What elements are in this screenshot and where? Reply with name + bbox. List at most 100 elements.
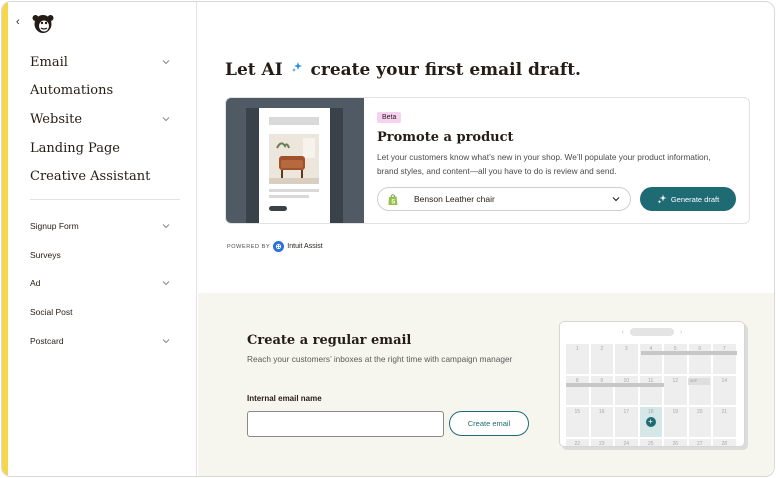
- calendar-day: 17: [615, 407, 638, 437]
- svg-text:S: S: [391, 200, 395, 206]
- sidebar-item-label: Creative Assistant: [30, 169, 151, 185]
- regular-email-title: Create a regular email: [247, 333, 412, 348]
- sidebar-item-label: Ad: [30, 278, 41, 289]
- calendar-day: 5: [664, 344, 687, 374]
- regular-email-description: Reach your customers’ inboxes at the rig…: [247, 354, 513, 364]
- collapse-sidebar-button[interactable]: ‹: [16, 16, 20, 28]
- secondary-nav: Signup Form Surveys Ad Social Post Postcard: [8, 212, 196, 355]
- chevron-down-icon[interactable]: [162, 115, 170, 123]
- chevron-down-icon[interactable]: [162, 337, 170, 345]
- calendar-day: 28: [713, 438, 736, 446]
- calendar-day: 8: [566, 375, 589, 405]
- calendar-day: 22: [566, 438, 589, 447]
- calendar-day-number: 3: [624, 346, 628, 352]
- email-name-input[interactable]: [247, 411, 444, 437]
- calendar-day-number: 1: [575, 346, 579, 352]
- sidebar-item-website[interactable]: Website: [8, 105, 196, 134]
- sidebar-item-label: Signup Form: [30, 221, 79, 232]
- create-email-button[interactable]: Create email: [449, 411, 529, 436]
- card-description: Let your customers know what’s new in yo…: [377, 152, 711, 176]
- sidebar-item-email[interactable]: Email: [8, 48, 196, 77]
- beta-badge: Beta: [377, 112, 402, 123]
- calendar-day: 26: [664, 438, 687, 447]
- calendar-day-number: 20: [696, 409, 703, 415]
- email-name-label: Internal email name: [247, 394, 322, 403]
- sidebar-item-automations[interactable]: Automations: [8, 77, 196, 106]
- calendar-day: 14: [713, 375, 736, 405]
- chevron-down-icon[interactable]: [162, 279, 170, 287]
- sidebar-item-label: Landing Page: [30, 140, 120, 156]
- sidebar-item-label: Postcard: [30, 335, 64, 346]
- calendar-day-number: 21: [721, 409, 728, 415]
- intuit-assist-icon: [273, 241, 285, 252]
- sparkle-icon: [657, 194, 667, 204]
- calendar-day-number: 18: [647, 409, 654, 415]
- calendar-day: 1: [566, 344, 589, 374]
- card-title: Promote a product: [377, 130, 514, 145]
- calendar-day-number: 15: [574, 409, 581, 415]
- main-content: Let AI create your first email draft. Be…: [198, 2, 774, 476]
- calendar-day-number: 22: [574, 440, 581, 447]
- calendar-day-today: 18 +: [639, 407, 662, 437]
- sidebar-item-landing-page[interactable]: Landing Page: [8, 134, 196, 163]
- calendar-day: 3: [615, 344, 638, 374]
- chevron-down-icon: [612, 195, 620, 203]
- calendar-day-number: 23: [598, 440, 605, 447]
- calendar-day: 15: [566, 407, 589, 437]
- month-label-placeholder: [630, 328, 674, 336]
- app-window: ‹ Email Automations Website Landing Page Cre…: [1, 1, 775, 477]
- calendar-day: 19: [664, 407, 687, 437]
- calendar-event-bar: [641, 351, 737, 355]
- sidebar-item-signup-form[interactable]: Signup Form: [8, 212, 196, 241]
- calendar-day: 7: [713, 344, 736, 374]
- calendar-day: 2: [590, 344, 613, 374]
- calendar-day: 11: [639, 375, 662, 405]
- nav-divider: [30, 199, 180, 200]
- sidebar-item-label: Automations: [30, 83, 114, 99]
- calendar-day-number: 19: [672, 409, 679, 415]
- calendar-day: 9: [590, 375, 613, 405]
- product-select[interactable]: S Benson Leather chair: [377, 187, 631, 211]
- chevron-down-icon[interactable]: [162, 58, 170, 66]
- sidebar-item-label: Email: [30, 54, 68, 70]
- mailchimp-logo-icon[interactable]: [30, 10, 56, 36]
- sidebar-item-ad[interactable]: Ad: [8, 269, 196, 298]
- email-preview-document: [259, 108, 330, 223]
- sidebar-item-social-post[interactable]: Social Post: [8, 298, 196, 327]
- sidebar-item-label: Website: [30, 111, 83, 127]
- generate-draft-button[interactable]: Generate draft: [640, 187, 736, 211]
- calendar-day: 6: [688, 344, 711, 374]
- calendar-day: 25: [639, 438, 662, 447]
- product-image: [269, 134, 319, 184]
- intuit-assist-label: Intuit Assist: [287, 243, 323, 250]
- calendar-day-number: 12: [672, 377, 679, 384]
- calendar-illustration: ‹ › 123456789101112131415161718+19202122…: [559, 321, 745, 447]
- sidebar-item-label: Social Post: [30, 307, 73, 318]
- calendar-header: ‹ ›: [560, 327, 744, 337]
- next-month-icon: ›: [680, 328, 683, 336]
- sidebar-item-creative-assistant[interactable]: Creative Assistant: [8, 162, 196, 191]
- chevron-down-icon[interactable]: [162, 222, 170, 230]
- calendar-day-number: 17: [623, 409, 630, 415]
- calendar-day: 20: [688, 407, 711, 437]
- calendar-day: 4: [639, 344, 662, 374]
- calendar-day-number: 26: [672, 440, 679, 447]
- primary-nav: Email Automations Website Landing Page Creat…: [8, 48, 196, 191]
- prev-month-icon: ‹: [621, 328, 624, 336]
- powered-by-label: POWERED BY: [227, 243, 271, 250]
- calendar-day-number: 25: [647, 440, 654, 447]
- ai-title-prefix: Let AI: [225, 60, 283, 80]
- ai-section-title: Let AI create your first email draft.: [225, 58, 581, 80]
- sidebar-item-label: Surveys: [30, 249, 61, 260]
- calendar-day: 12: [664, 375, 687, 405]
- sidebar-item-postcard[interactable]: Postcard: [8, 326, 196, 355]
- sidebar-item-surveys[interactable]: Surveys: [8, 241, 196, 270]
- ai-title-suffix: create your first email draft.: [310, 60, 581, 80]
- calendar-day-number: 2: [600, 346, 604, 352]
- ai-sparkle-icon: [291, 58, 303, 72]
- calendar-event-chip: SEP: [688, 378, 710, 385]
- calendar-day: 23: [590, 438, 613, 447]
- add-event-icon: +: [645, 417, 656, 427]
- email-preview-thumbnail: [226, 98, 364, 223]
- calendar-day-number: 14: [721, 377, 728, 384]
